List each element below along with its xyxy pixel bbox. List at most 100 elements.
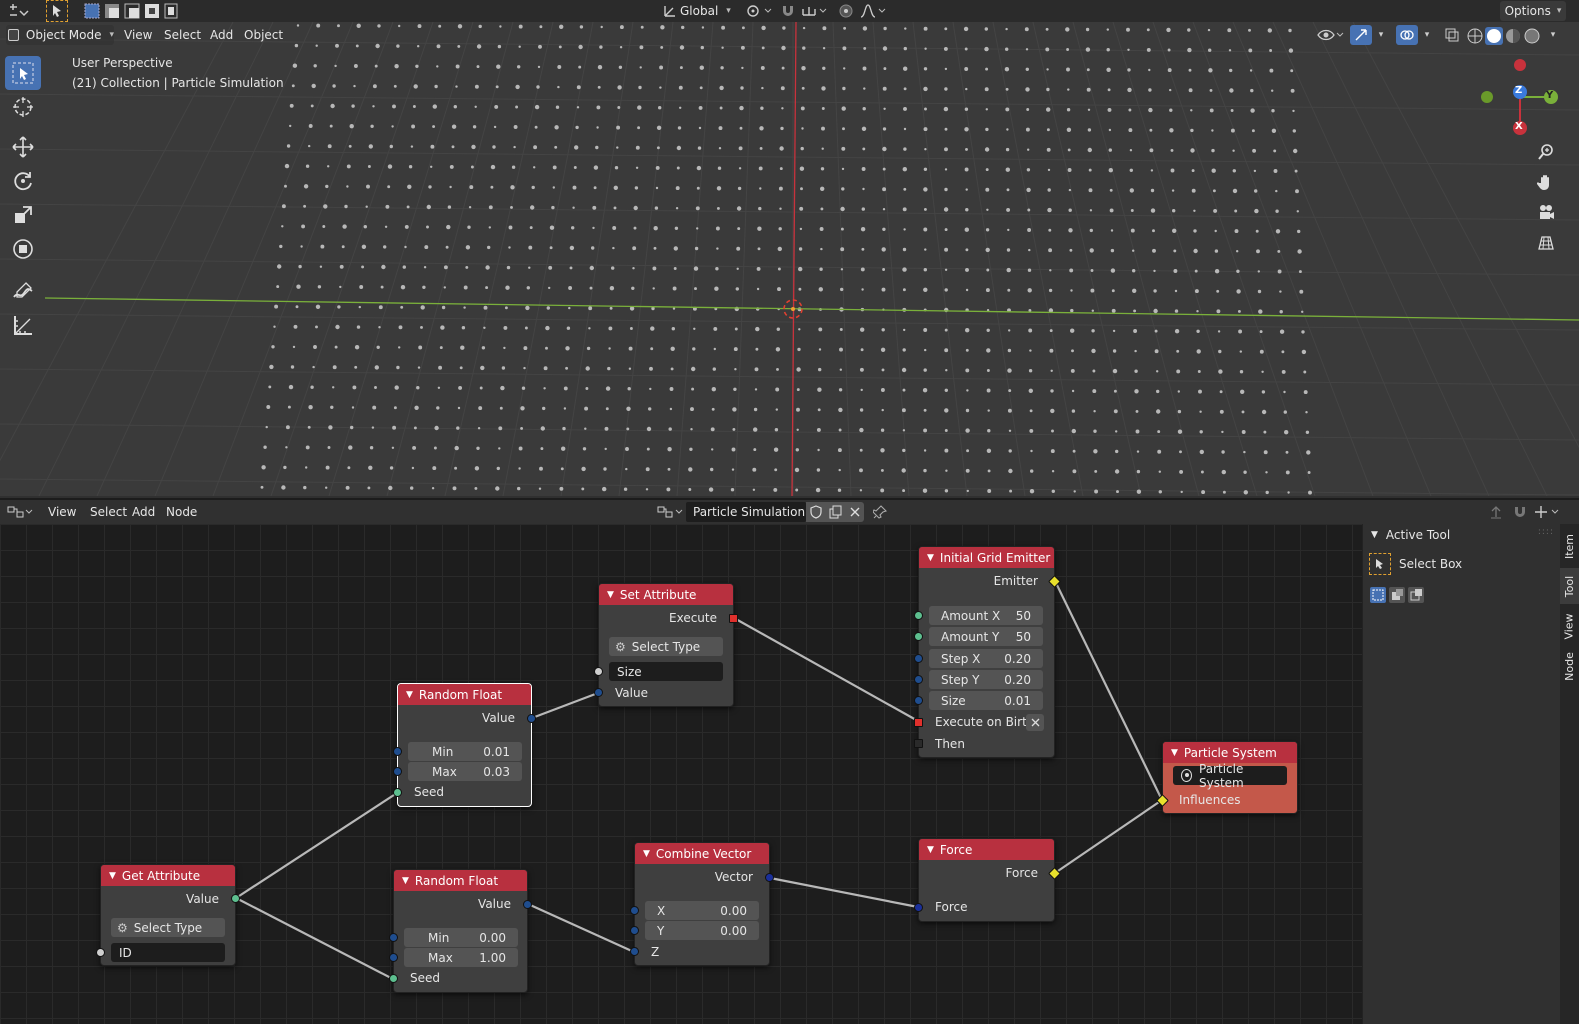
node-header[interactable]: ▼ Random Float: [398, 684, 531, 705]
collapse-triangle-icon[interactable]: ▼: [643, 849, 650, 859]
close-icon[interactable]: [846, 502, 864, 522]
particle-system-object-field[interactable]: Particle System: [1173, 762, 1287, 790]
duplicate-icon[interactable]: [826, 502, 846, 522]
step-y-field[interactable]: Step Y 0.20: [929, 670, 1043, 689]
menu-view[interactable]: View: [118, 25, 158, 45]
step-x-field[interactable]: Step X 0.20: [929, 649, 1043, 668]
selection-mode-set-icon[interactable]: [1369, 586, 1429, 604]
value-socket[interactable]: [523, 900, 532, 909]
menu-add[interactable]: Add: [126, 502, 161, 522]
menu-select[interactable]: Select: [158, 25, 207, 45]
node-header[interactable]: ▼ Initial Grid Emitter: [919, 547, 1054, 568]
pivot-point-icon[interactable]: [744, 1, 774, 21]
max-field[interactable]: Max 0.03: [408, 762, 522, 781]
tab-tool[interactable]: Tool: [1560, 568, 1579, 604]
select-box-tool[interactable]: [5, 56, 41, 90]
max-socket[interactable]: [393, 767, 402, 776]
selection-mode-set-icon[interactable]: [84, 3, 178, 19]
amount-y-field[interactable]: Amount Y 50: [929, 627, 1043, 646]
max-field[interactable]: Max 1.00: [404, 948, 518, 967]
snap-magnet-icon[interactable]: [1510, 502, 1530, 522]
active-tool-row[interactable]: Select Box: [1369, 552, 1554, 576]
snap-magnet-icon[interactable]: [778, 1, 798, 21]
editor-type-icon[interactable]: [6, 1, 32, 21]
size-field[interactable]: Size 0.01: [929, 691, 1043, 710]
menu-node[interactable]: Node: [160, 502, 203, 522]
collapse-triangle-icon[interactable]: ▼: [109, 871, 116, 881]
max-socket[interactable]: [389, 953, 398, 962]
drag-handle-icon[interactable]: ::::: [1538, 527, 1554, 537]
annotate-tool-icon[interactable]: [5, 274, 41, 308]
menu-view[interactable]: View: [42, 502, 82, 522]
move-tool-icon[interactable]: [5, 130, 41, 164]
amount-x-field[interactable]: Amount X 50: [929, 606, 1043, 625]
node-header[interactable]: ▼ Random Float: [394, 870, 527, 891]
node-particle-system[interactable]: ▼ Particle System Particle System Influen…: [1156, 741, 1298, 814]
select-type-button[interactable]: ⚙ Select Type: [111, 918, 225, 937]
node-header[interactable]: ▼ Set Attribute: [599, 584, 733, 605]
collapse-triangle-icon[interactable]: ▼: [927, 553, 934, 563]
node-header[interactable]: ▼ Force: [919, 839, 1054, 860]
x-field[interactable]: X 0.00: [645, 901, 759, 920]
node-set-attribute[interactable]: ▼ Set Attribute Execute ⚙ Select Type Siz…: [594, 583, 738, 707]
transform-orientation-dropdown[interactable]: Global ▾: [680, 1, 736, 21]
overlays-toggle-icon[interactable]: [1396, 25, 1418, 45]
navigation-gizmo[interactable]: Z X Y: [1478, 52, 1558, 142]
collapse-triangle-icon[interactable]: ▼: [406, 690, 413, 700]
vector-socket[interactable]: [765, 873, 774, 882]
node-header[interactable]: ▼ Get Attribute: [101, 865, 235, 886]
execute-socket[interactable]: [729, 614, 738, 623]
tab-view[interactable]: View: [1560, 606, 1579, 646]
collapse-triangle-icon[interactable]: ▼: [607, 590, 614, 600]
ortho-grid-icon[interactable]: [1534, 230, 1558, 254]
chevron-down-icon[interactable]: ▾: [1546, 25, 1560, 45]
min-socket[interactable]: [389, 933, 398, 942]
transform-tool-icon[interactable]: [5, 232, 41, 266]
collapse-triangle-icon[interactable]: ▼: [1171, 748, 1178, 758]
attribute-name-field[interactable]: Size: [609, 662, 723, 681]
zoom-icon[interactable]: [1534, 140, 1558, 164]
pin-icon[interactable]: [870, 502, 890, 522]
node-header[interactable]: ▼ Particle System: [1163, 742, 1297, 763]
active-tool-panel-header[interactable]: ▼ Active Tool ::::: [1363, 524, 1560, 546]
options-dropdown[interactable]: Options ▾: [1500, 1, 1566, 21]
node-header[interactable]: ▼ Combine Vector: [635, 843, 769, 864]
object-mode-dropdown[interactable]: Object Mode ▾: [6, 25, 114, 45]
node-initial-grid-emitter[interactable]: ▼ Initial Grid Emitter Emitter Amount X 50…: [914, 546, 1061, 758]
measure-tool-icon[interactable]: [5, 308, 41, 342]
execute-on-birth-socket[interactable]: [914, 718, 923, 727]
node-get-attribute[interactable]: ▼ Get Attribute Value ⚙ Select Type ID: [96, 864, 240, 966]
rotate-tool-icon[interactable]: [5, 164, 41, 198]
min-field[interactable]: Min 0.01: [408, 742, 522, 761]
value-socket[interactable]: [527, 714, 536, 723]
close-icon[interactable]: [1026, 714, 1044, 731]
value-socket[interactable]: [231, 894, 240, 903]
collapse-triangle-icon[interactable]: ▼: [402, 876, 409, 886]
proportional-editing-icon[interactable]: [836, 1, 856, 21]
collapse-triangle-icon[interactable]: ▼: [927, 845, 934, 855]
select-type-button[interactable]: ⚙ Select Type: [609, 637, 723, 656]
menu-object[interactable]: Object: [238, 25, 289, 45]
chevron-down-icon[interactable]: ▾: [1420, 25, 1434, 45]
seed-socket[interactable]: [393, 788, 402, 797]
shading-mode-set-icon[interactable]: [1466, 27, 1544, 45]
menu-add[interactable]: Add: [204, 25, 239, 45]
amount-y-socket[interactable]: [914, 632, 923, 641]
node-tree-browse-icon[interactable]: [656, 502, 686, 522]
3d-viewport[interactable]: [0, 22, 1579, 496]
snap-target-icon[interactable]: [1532, 502, 1562, 522]
force-input-socket[interactable]: [914, 903, 923, 912]
y-field[interactable]: Y 0.00: [645, 921, 759, 940]
tab-item[interactable]: Item: [1560, 526, 1579, 566]
node-tree-name-field[interactable]: Particle Simulation: [686, 502, 806, 522]
value-socket[interactable]: [594, 688, 603, 697]
size-socket[interactable]: [914, 696, 923, 705]
min-field[interactable]: Min 0.00: [404, 928, 518, 947]
camera-icon[interactable]: [1534, 200, 1558, 224]
select-cursor-icon[interactable]: [46, 0, 68, 22]
then-socket[interactable]: [914, 739, 923, 748]
node-editor-canvas[interactable]: ▼ Set Attribute Execute ⚙ Select Type Siz…: [0, 524, 1362, 1024]
gizmo-toggle-icon[interactable]: [1350, 25, 1372, 45]
seed-socket[interactable]: [389, 974, 398, 983]
editor-type-icon[interactable]: [6, 502, 34, 522]
